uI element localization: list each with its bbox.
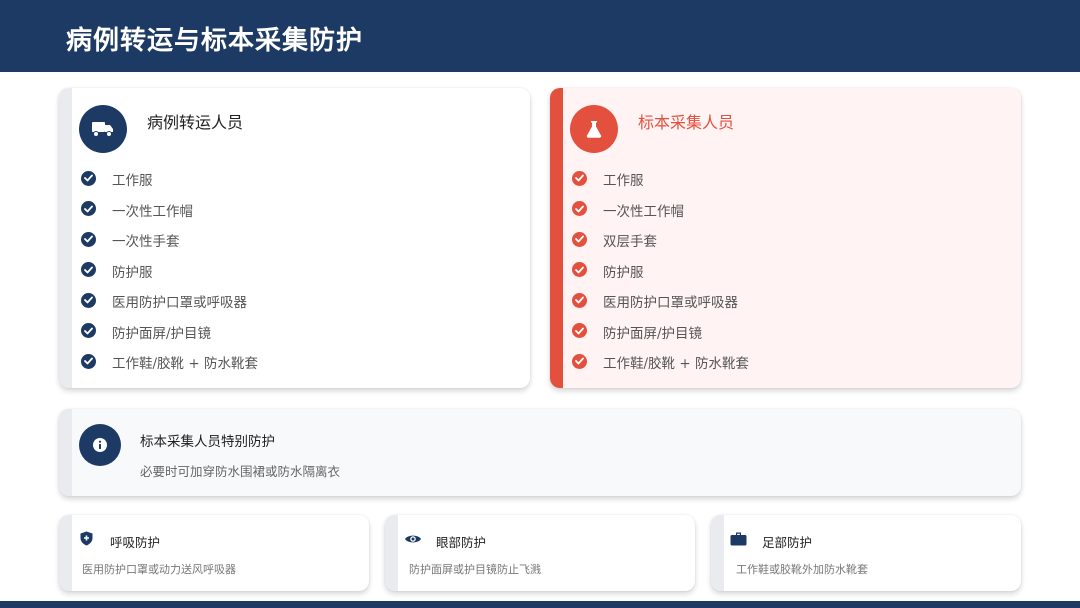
tip-title-eye: 眼部防护	[436, 535, 487, 550]
list-item: 一次性工作帽	[572, 199, 684, 220]
list-item-label: 工作服	[603, 173, 644, 189]
check-circle-icon	[572, 201, 587, 216]
list-item: 工作服	[572, 168, 644, 189]
tip-desc-eye: 防护面屏或护目镜防止飞溅	[409, 563, 541, 576]
transport-icon-circle	[79, 105, 127, 153]
card-edge	[59, 515, 72, 591]
list-item-label: 工作鞋/胶靴 + 防水靴套	[603, 356, 749, 372]
list-item-label: 医用防护口罩或呼吸器	[112, 295, 247, 311]
transport-title: 病例转运人员	[147, 113, 244, 132]
check-circle-icon	[572, 231, 587, 247]
sampling-title: 标本采集人员	[638, 113, 735, 132]
transport-card: 病例转运人员 工作服一次性工作帽 一次性手套防护服医用防护口罩或呼吸器 防护面屏/护…	[59, 88, 530, 388]
sampling-card: 标本采集人员 工作服一次性工作帽 双层手套防护服医用防护口罩或呼吸器 防护面屏/护目…	[550, 88, 1021, 388]
list-item: 防护面屏/护目镜	[81, 321, 211, 342]
list-item: 医用防护口罩或呼吸器	[572, 290, 738, 311]
list-item-label: 防护服	[112, 264, 153, 281]
special-protection-card	[59, 409, 1021, 496]
list-item: 工作服	[81, 168, 153, 189]
list-item: 防护服	[81, 260, 153, 281]
list-item: 防护服	[572, 260, 644, 281]
list-item-label: 一次性工作帽	[603, 203, 684, 220]
sampling-icon-circle	[570, 105, 618, 153]
list-item-label: 防护面屏/护目镜	[603, 325, 703, 342]
tip-title-respiratory: 呼吸防护	[110, 535, 161, 550]
list-item-label: 防护面屏/护目镜	[112, 325, 212, 342]
check-circle-icon	[81, 201, 96, 216]
list-item-label: 工作鞋/胶靴 + 防水靴套	[112, 356, 258, 372]
special-protection-desc: 必要时可加穿防水围裙或防水隔离衣	[140, 464, 341, 479]
list-item-label: 一次性工作帽	[112, 203, 193, 220]
footer-bar	[0, 601, 1080, 608]
check-circle-icon	[81, 262, 96, 277]
check-circle-icon	[572, 353, 587, 369]
list-item-label: 一次性手套	[112, 234, 180, 250]
info-icon	[93, 438, 107, 452]
check-circle-icon	[81, 292, 96, 308]
card-edge	[59, 88, 72, 388]
card-edge	[711, 515, 724, 591]
check-circle-icon	[81, 323, 96, 338]
list-item: 一次性手套	[81, 229, 180, 250]
shield-icon	[80, 531, 93, 546]
check-circle-icon	[572, 262, 587, 277]
check-circle-icon	[81, 170, 96, 186]
check-circle-icon	[572, 170, 587, 186]
list-item-label: 双层手套	[603, 234, 657, 250]
check-circle-icon	[81, 231, 96, 247]
check-circle-icon	[81, 353, 96, 369]
list-item-label: 工作服	[112, 173, 153, 189]
tip-title-foot: 足部防护	[762, 535, 813, 550]
card-edge	[550, 88, 563, 388]
header-bar: 病例转运与标本采集防护	[0, 0, 1080, 72]
tip-card-respiratory	[59, 515, 369, 591]
list-item-label: 防护服	[603, 264, 644, 281]
list-item: 医用防护口罩或呼吸器	[81, 290, 247, 311]
info-icon-circle	[79, 424, 121, 466]
briefcase-icon	[730, 532, 747, 546]
tip-desc-respiratory: 医用防护口罩或动力送风呼吸器	[82, 563, 236, 576]
list-item: 一次性工作帽	[81, 199, 193, 220]
tip-card-eye	[385, 515, 695, 591]
list-item-label: 医用防护口罩或呼吸器	[603, 295, 738, 311]
check-circle-icon	[572, 323, 587, 338]
card-edge	[59, 409, 72, 496]
page-title: 病例转运与标本采集防护	[66, 26, 364, 56]
tip-card-foot	[711, 515, 1021, 591]
list-item: 工作鞋/胶靴 + 防水靴套	[572, 351, 749, 372]
list-item: 双层手套	[572, 229, 657, 250]
tip-desc-foot: 工作鞋或胶靴外加防水靴套	[736, 563, 868, 576]
list-item: 工作鞋/胶靴 + 防水靴套	[81, 351, 258, 372]
card-edge	[385, 515, 398, 591]
truck-icon	[92, 122, 113, 137]
special-protection-title: 标本采集人员特别防护	[140, 434, 275, 450]
check-circle-icon	[572, 292, 587, 308]
list-item: 防护面屏/护目镜	[572, 321, 702, 342]
eye-icon	[405, 535, 421, 543]
flask-icon	[586, 121, 602, 138]
